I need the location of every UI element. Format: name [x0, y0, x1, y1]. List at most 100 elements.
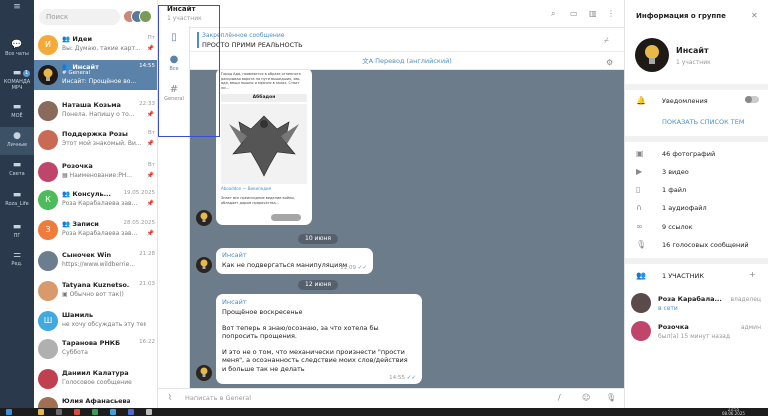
- chat-row-selected[interactable]: 👥 Инсайт 14:55 # General Инсайт: Прощёно…: [34, 60, 157, 90]
- date-separator: 12 июня: [298, 280, 339, 290]
- image-post-bubble[interactable]: Город Ада, появляется в образе огненного…: [216, 70, 312, 225]
- topics-toggle[interactable]: ▯: [158, 32, 190, 44]
- chat-row[interactable]: Юлия Афанасьева: [34, 394, 157, 408]
- message-bubble[interactable]: Инсайт Прощёное воскресенье Вот теперь я…: [216, 294, 422, 384]
- app-icon[interactable]: [92, 409, 98, 415]
- chat-name: Tatyana Kuznetso...: [62, 281, 130, 289]
- attach-icon[interactable]: ⌇: [168, 393, 172, 402]
- search-icon[interactable]: ⌕: [551, 9, 555, 19]
- media-row[interactable]: ▶ 3 видео: [636, 167, 689, 176]
- translate-icon: 文A: [362, 57, 376, 65]
- message-bubble[interactable]: Инсайт Как не подвергаться манипуляциям …: [216, 248, 373, 274]
- notifications-toggle[interactable]: [745, 96, 759, 103]
- chat-row[interactable]: З 👥 Записи 28.05.2025 Роза Карабалаева з…: [34, 217, 157, 243]
- media-row[interactable]: ∩ 1 аудиофайл: [636, 203, 707, 212]
- explorer-icon[interactable]: [38, 409, 44, 415]
- chat-row[interactable]: Поддержка Розы К... Вт Этот мой знакомый…: [34, 127, 157, 153]
- chat-time: 21:03: [139, 281, 155, 287]
- media-row[interactable]: ∞ 9 ссылок: [636, 222, 693, 231]
- media-row[interactable]: ▣ 46 фотографий: [636, 149, 715, 158]
- folder-edit[interactable]: ⚌ Ред.: [0, 250, 34, 272]
- folder-mine[interactable]: ▬ МОЁ: [0, 102, 34, 124]
- chat-preview: Наименование:PH...: [69, 172, 132, 179]
- chat-time: 22:33: [139, 101, 155, 107]
- chat-name: Юлия Афанасьева: [62, 397, 130, 405]
- chat-row[interactable]: Таранова РНКБ 16:22 Суббота: [34, 336, 157, 362]
- os-taskbar: 23:55 08.06.2025: [0, 408, 768, 416]
- show-topics-button[interactable]: ПОКАЗАТЬ СПИСОК ТЕМ: [662, 118, 745, 126]
- message-input[interactable]: Написать в General: [185, 394, 251, 402]
- chat-row[interactable]: И 👥 Идеи Пт Вы: Думаю, такие карт... 📌: [34, 32, 157, 58]
- chat-row[interactable]: К 👥 Консуль... 19.05.2025 Роза Карабалае…: [34, 187, 157, 213]
- app-icon[interactable]: [56, 409, 62, 415]
- chat-row[interactable]: Сыночек Win 21:28 https://www.wildberrie…: [34, 248, 157, 274]
- avatar: [38, 281, 58, 301]
- pin-icon: 📌: [146, 200, 154, 207]
- folder-personal[interactable]: ● Личные: [0, 127, 34, 155]
- telegram-icon[interactable]: [110, 409, 116, 415]
- commands-icon[interactable]: /: [558, 393, 561, 402]
- sender-name[interactable]: Инсайт: [222, 298, 247, 306]
- topic-general[interactable]: # General: [158, 84, 190, 102]
- story-avatar[interactable]: [139, 10, 152, 23]
- avatar: [196, 210, 212, 226]
- hash-icon: #: [169, 84, 179, 95]
- group-icon: 👥: [62, 190, 73, 198]
- topic-label: # General: [62, 70, 91, 76]
- chat-name: Идеи: [72, 35, 93, 43]
- media-row[interactable]: 🎙 16 голосовых сообщений: [636, 240, 749, 249]
- folder-roza-life[interactable]: ▬ Roza_Life: [0, 190, 34, 212]
- folder-team-mrch[interactable]: 1 ▬ КОМАНДА МРЧ: [0, 68, 34, 96]
- close-icon[interactable]: ✕: [751, 11, 758, 20]
- folder-sveta[interactable]: ▬ Света: [0, 160, 34, 182]
- chat-bubble-icon[interactable]: ▭: [570, 9, 578, 18]
- microphone-icon[interactable]: 🎙: [606, 393, 616, 402]
- member-name: Розочка: [658, 323, 689, 331]
- sender-name[interactable]: Инсайт: [222, 251, 247, 259]
- topic-all[interactable]: ● Все: [158, 54, 190, 72]
- chat-row[interactable]: Даниил Калатура Голосовое сообщение: [34, 366, 157, 392]
- emoji-icon[interactable]: ☺: [582, 393, 590, 402]
- folder-icon: ▬: [12, 190, 22, 200]
- group-avatar[interactable]: [635, 38, 669, 72]
- member-row[interactable]: Роза Карабала... в сети владелец: [631, 293, 765, 315]
- clock[interactable]: 23:55 08.06.2025: [722, 408, 745, 416]
- avatar: [38, 162, 58, 182]
- sidebar-toggle-icon: ▯: [171, 32, 177, 43]
- chat-row[interactable]: Ш Шамиль не хочу обсуждать эту тему: [34, 308, 157, 334]
- media-row[interactable]: ▯ 1 файл: [636, 185, 686, 194]
- member-row[interactable]: Розочка был(а) 15 минут назад админ: [631, 321, 765, 343]
- browser-icon[interactable]: [74, 409, 80, 415]
- pin-icon: 📌: [146, 45, 154, 52]
- chat-title[interactable]: Инсайт: [167, 5, 196, 13]
- unpin-icon[interactable]: ⌿: [604, 36, 609, 46]
- chat-preview: Суббота: [62, 349, 88, 356]
- pinned-message-bar[interactable]: Закреплённое сообщение ПРОСТО ПРИМИ РЕАЛ…: [190, 28, 624, 52]
- start-icon[interactable]: [6, 409, 12, 415]
- chat-name: Шамиль: [62, 311, 94, 319]
- sidebar-toggle-icon[interactable]: ▥: [589, 9, 597, 18]
- chat-row[interactable]: Розочка Вт ▦ Наименование:PH... 📌: [34, 159, 157, 185]
- folder-pg[interactable]: ▬ ПГ: [0, 222, 34, 244]
- folders-sidebar: ≡ 💬 Все чаты 1 ▬ КОМАНДА МРЧ ▬ МОЁ ● Личные ▬…: [0, 0, 34, 408]
- search-input[interactable]: Поиск: [39, 9, 120, 25]
- app-icon[interactable]: [128, 409, 134, 415]
- notifications-row[interactable]: 🔔 Уведомления: [636, 96, 708, 105]
- chat-row[interactable]: Tatyana Kuznetso... 21:03 ▣ Обычно вот т…: [34, 278, 157, 304]
- translate-bar[interactable]: 文A Перевод (английский) ⚙: [190, 52, 624, 70]
- folder-all-chats[interactable]: 💬 Все чаты: [0, 40, 34, 62]
- more-icon[interactable]: ⋮: [607, 9, 615, 18]
- avatar: [38, 251, 58, 271]
- date-separator: 10 июня: [298, 234, 339, 244]
- avatar: [38, 397, 58, 408]
- pinned-title: Закреплённое сообщение: [202, 32, 285, 39]
- chat-bubbles-icon: ●: [169, 54, 179, 65]
- add-member-icon[interactable]: +: [749, 270, 756, 279]
- chat-preview: Роза Карабалаева зав...: [62, 230, 138, 237]
- chat-row[interactable]: Наташа Козьма 22:33 Понела. Напишу о то.…: [34, 98, 157, 124]
- pin-icon: 📌: [146, 230, 154, 237]
- chat-name: Записи: [72, 220, 99, 228]
- app-icon[interactable]: [146, 409, 152, 415]
- menu-icon[interactable]: ≡: [0, 2, 34, 12]
- link-icon: ∞: [636, 222, 643, 231]
